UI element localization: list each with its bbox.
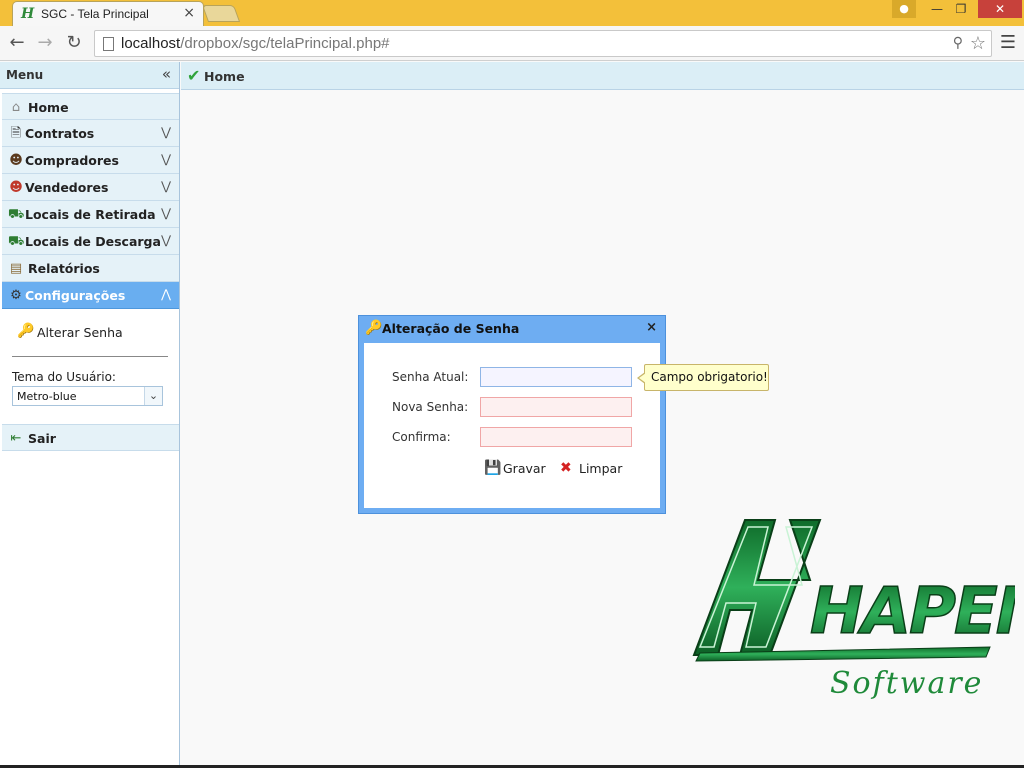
close-icon[interactable]: × [646, 320, 657, 335]
sidebar-header: Menu « [0, 62, 179, 89]
config-panel: 🔑 Alterar Senha Tema do Usuário: Metro-b… [2, 309, 179, 424]
exit-icon: ⇤ [10, 431, 22, 446]
address-bar[interactable]: localhost/dropbox/sgc/telaPrincipal.php#… [94, 30, 992, 57]
contract-icon: 🗎 [10, 126, 22, 141]
sidebar-item-label: Locais de Retirada [25, 207, 156, 222]
home-icon: ⌂ [11, 100, 21, 115]
gravar-label: Gravar [503, 461, 546, 476]
senha-atual-input[interactable] [480, 367, 632, 387]
chevron-down-icon: ⋁ [161, 179, 171, 193]
sidebar-item-label: Sair [28, 431, 56, 446]
main-header: ✔ Home [181, 62, 1024, 90]
tab-close-icon[interactable]: × [183, 5, 195, 21]
hapen-software-logo: HAPEN Software [692, 519, 1015, 701]
tema-select[interactable]: Metro-blue ⌄ [12, 386, 163, 406]
back-icon[interactable]: ← [6, 32, 28, 54]
sidebar-title: Menu [6, 68, 44, 82]
page-icon [103, 37, 114, 51]
sidebar-item-label: Relatórios [28, 261, 100, 276]
browser-tab[interactable]: H SGC - Tela Principal × [12, 1, 204, 26]
limpar-label: Limpar [579, 461, 623, 476]
browser-toolbar: ← → ↻ localhost/dropbox/sgc/telaPrincipa… [0, 26, 1024, 61]
sidebar-item-configuracoes[interactable]: ⚙ Configurações ⋀ [2, 282, 179, 309]
check-icon: ✔ [187, 66, 201, 85]
truck-icon: ⛟ [8, 207, 25, 222]
page-title: Home [204, 69, 245, 84]
sidebar-item-label: Vendedores [25, 180, 109, 195]
dialog-body: Senha Atual: Nova Senha: Confirma: 💾 Gra… [364, 343, 660, 508]
key-icon: 🔑 [17, 323, 35, 339]
bookmark-star-icon[interactable]: ☆ [970, 33, 986, 54]
collapse-sidebar-icon[interactable]: « [162, 65, 171, 83]
logo-name: HAPEN [810, 575, 1015, 649]
alterar-senha-label: Alterar Senha [37, 325, 123, 340]
new-tab-button[interactable] [201, 5, 241, 22]
sidebar: Menu « ⌂ Home 🗎 Contratos ⋁ ☻ Compradore… [0, 62, 180, 768]
window-close-icon[interactable]: ✕ [978, 0, 1022, 18]
tooltip-text: Campo obrigatorio! [651, 370, 768, 384]
tema-label: Tema do Usuário: [12, 370, 116, 384]
sidebar-item-sair[interactable]: ⇤ Sair [2, 424, 179, 451]
forward-icon[interactable]: → [34, 32, 56, 54]
dialog-title: Alteração de Senha [382, 321, 520, 336]
chevron-down-icon: ⋁ [161, 152, 171, 166]
favicon-icon: H [21, 6, 35, 22]
key-icon: 🔑 [365, 320, 383, 336]
chevron-down-icon: ⋁ [161, 125, 171, 139]
browser-titlebar: H SGC - Tela Principal × ● — ❐ ✕ [0, 0, 1024, 26]
reload-icon[interactable]: ↻ [63, 32, 85, 54]
key-icon[interactable]: ⚲ [953, 35, 963, 51]
sidebar-item-label: Contratos [25, 126, 95, 141]
sidebar-item-compradores[interactable]: ☻ Compradores ⋁ [2, 147, 179, 174]
sidebar-item-contratos[interactable]: 🗎 Contratos ⋁ [2, 120, 179, 147]
clear-x-icon: ✖ [560, 460, 572, 476]
buyer-icon: ☻ [9, 153, 23, 168]
browser-menu-icon[interactable]: ☰ [998, 33, 1018, 53]
dialog-header[interactable]: 🔑 Alteração de Senha × [359, 316, 665, 341]
sidebar-item-label: Locais de Descarga [25, 234, 161, 249]
logo-tagline: Software [830, 666, 983, 701]
report-icon: ▤ [9, 261, 23, 276]
restore-icon[interactable]: ❐ [950, 0, 972, 18]
confirma-input[interactable] [480, 427, 632, 447]
tema-select-value: Metro-blue [17, 390, 77, 403]
sidebar-item-label: Compradores [25, 153, 119, 168]
tab-title: SGC - Tela Principal [41, 7, 149, 21]
sidebar-item-relatorios[interactable]: ▤ Relatórios [2, 255, 179, 282]
sidebar-item-label: Home [28, 100, 69, 115]
chevron-down-icon: ⋁ [161, 233, 171, 247]
sidebar-item-label: Configurações [25, 288, 126, 303]
save-icon: 💾 [484, 460, 502, 476]
sidebar-item-home[interactable]: ⌂ Home [2, 93, 179, 120]
gravar-button[interactable]: 💾 Gravar [484, 459, 548, 479]
seller-icon: ☻ [9, 180, 23, 195]
chevron-down-icon[interactable]: ⌄ [144, 387, 162, 405]
chevron-up-icon: ⋀ [161, 287, 171, 301]
url-text[interactable]: localhost/dropbox/sgc/telaPrincipal.php# [121, 35, 390, 52]
truck-icon: ⛟ [8, 234, 25, 249]
sidebar-item-locais-descarga[interactable]: ⛟ Locais de Descarga ⋁ [2, 228, 179, 255]
chevron-down-icon: ⋁ [161, 206, 171, 220]
confirma-label: Confirma: [392, 430, 451, 444]
nova-senha-input[interactable] [480, 397, 632, 417]
nova-senha-label: Nova Senha: [392, 400, 469, 414]
change-password-dialog: 🔑 Alteração de Senha × Senha Atual: Nova… [358, 315, 666, 514]
minimize-icon[interactable]: — [926, 0, 948, 18]
gear-icon: ⚙ [10, 288, 22, 303]
divider [12, 356, 168, 357]
sidebar-item-locais-retirada[interactable]: ⛟ Locais de Retirada ⋁ [2, 201, 179, 228]
validation-tooltip: Campo obrigatorio! [637, 364, 769, 391]
limpar-button[interactable]: ✖ Limpar [560, 459, 624, 479]
senha-atual-label: Senha Atual: [392, 370, 469, 384]
user-profile-icon[interactable]: ● [892, 0, 916, 18]
sidebar-item-vendedores[interactable]: ☻ Vendedores ⋁ [2, 174, 179, 201]
